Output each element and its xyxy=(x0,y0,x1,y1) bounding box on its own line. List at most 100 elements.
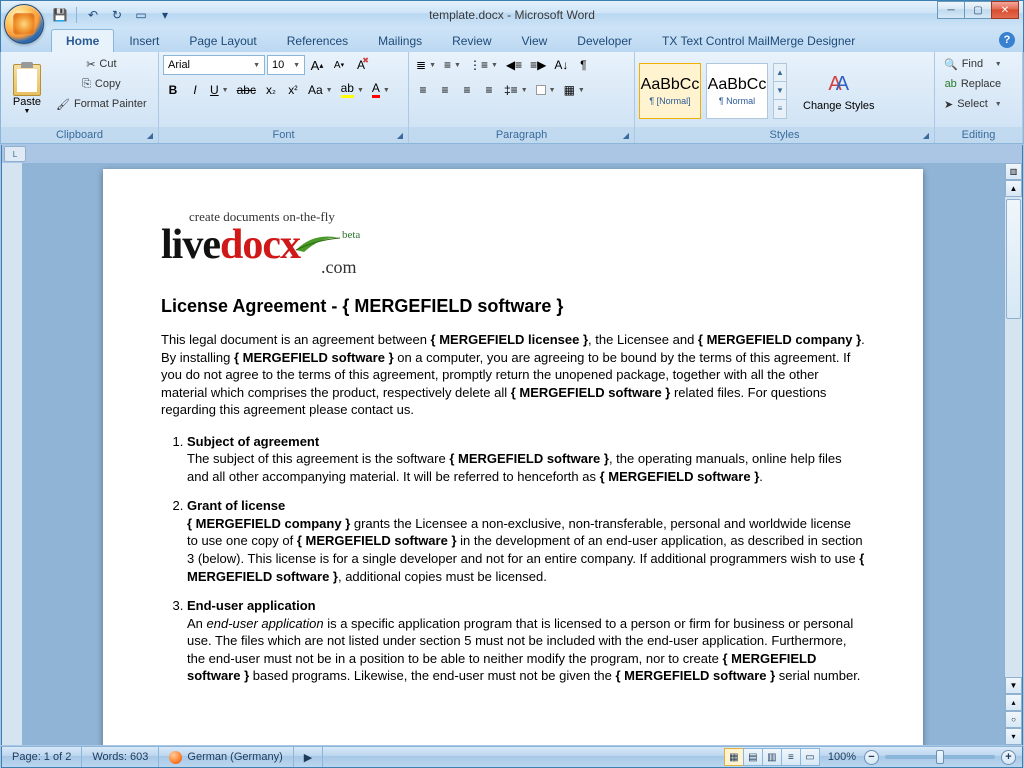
grow-font-button[interactable]: A▴ xyxy=(307,55,327,75)
close-button[interactable]: ✕ xyxy=(991,1,1019,19)
clear-formatting-button[interactable]: A✖ xyxy=(351,55,371,75)
status-page[interactable]: Page: 1 of 2 xyxy=(2,747,82,767)
group-editing: 🔍Find▼ abReplace ➤Select▼ Editing xyxy=(935,52,1023,143)
show-marks-button[interactable]: ¶ xyxy=(573,55,593,75)
qat-redo-button[interactable]: ↻ xyxy=(106,5,128,25)
status-bar: Page: 1 of 2 Words: 603 German (Germany)… xyxy=(1,746,1023,768)
align-center-button[interactable]: ≡ xyxy=(435,80,455,100)
highlight-button[interactable]: ab▼ xyxy=(338,80,367,100)
qat-customize-button[interactable]: ▾ xyxy=(154,5,176,25)
bullets-button[interactable]: ≣▼ xyxy=(413,55,439,75)
help-icon[interactable]: ? xyxy=(999,32,1015,48)
find-button[interactable]: 🔍Find▼ xyxy=(939,54,1007,74)
numbering-button[interactable]: ≡▼ xyxy=(441,55,464,75)
tab-review[interactable]: Review xyxy=(437,29,506,52)
shrink-font-button[interactable]: A▾ xyxy=(329,55,349,75)
zoom-out-button[interactable]: − xyxy=(864,750,879,765)
maximize-button[interactable]: ▢ xyxy=(964,1,992,19)
office-button[interactable] xyxy=(4,4,44,44)
bold-button[interactable]: B xyxy=(163,80,183,100)
ruler-toggle-top[interactable]: ▥ xyxy=(1005,163,1022,180)
zoom-level[interactable]: 100% xyxy=(828,751,856,763)
view-outline[interactable]: ≡ xyxy=(781,748,801,766)
view-web-layout[interactable]: ▥ xyxy=(762,748,782,766)
status-macro[interactable]: ▶ xyxy=(294,747,323,767)
document-page[interactable]: create documents on-the-fly livedocxbeta… xyxy=(103,169,923,745)
style-scroll-down[interactable]: ▼ xyxy=(774,82,786,100)
status-language[interactable]: German (Germany) xyxy=(159,747,293,767)
vertical-ruler[interactable] xyxy=(2,163,22,745)
subscript-button[interactable]: x₂ xyxy=(261,80,281,100)
justify-button[interactable]: ≡ xyxy=(479,80,499,100)
style-name: ¶ [Normal] xyxy=(649,96,690,106)
format-painter-button[interactable]: 🖌Format Painter xyxy=(51,94,152,114)
zoom-thumb[interactable] xyxy=(936,750,944,764)
sort-button[interactable]: A↓ xyxy=(551,55,571,75)
zoom-slider[interactable] xyxy=(885,755,995,759)
font-size-combo[interactable]: 10▼ xyxy=(267,55,305,75)
tab-page-layout[interactable]: Page Layout xyxy=(174,29,271,52)
styles-launcher[interactable]: ◢ xyxy=(920,129,932,141)
scroll-down-button[interactable]: ▼ xyxy=(1005,677,1022,694)
paragraph-launcher[interactable]: ◢ xyxy=(620,129,632,141)
tab-references[interactable]: References xyxy=(272,29,363,52)
document-body[interactable]: License Agreement - { MERGEFIELD softwar… xyxy=(161,296,865,685)
multilevel-button[interactable]: ⋮≡▼ xyxy=(466,55,501,75)
style-normal[interactable]: AaBbCc ¶ Normal xyxy=(706,63,768,119)
align-left-button[interactable]: ≡ xyxy=(413,80,433,100)
tab-mailings[interactable]: Mailings xyxy=(363,29,437,52)
scroll-thumb[interactable] xyxy=(1006,199,1021,319)
view-full-screen[interactable]: ▤ xyxy=(743,748,763,766)
view-draft[interactable]: ▭ xyxy=(800,748,820,766)
strikethrough-button[interactable]: abc xyxy=(234,80,259,100)
tab-view[interactable]: View xyxy=(507,29,563,52)
font-color-button[interactable]: A▼ xyxy=(369,80,393,100)
page-viewport[interactable]: create documents on-the-fly livedocxbeta… xyxy=(22,163,1004,745)
object-browse-down[interactable]: ▾ xyxy=(1005,728,1022,745)
align-right-button[interactable]: ≡ xyxy=(457,80,477,100)
superscript-button[interactable]: x² xyxy=(283,80,303,100)
object-browse-select[interactable]: ○ xyxy=(1005,711,1022,728)
tab-mailmerge-designer[interactable]: TX Text Control MailMerge Designer xyxy=(647,29,870,52)
qat-save-button[interactable]: 💾 xyxy=(49,5,71,25)
tab-insert[interactable]: Insert xyxy=(114,29,174,52)
qat-doc-button[interactable]: ▭ xyxy=(130,5,152,25)
select-button[interactable]: ➤Select▼ xyxy=(939,94,1007,114)
font-name-combo[interactable]: Arial▼ xyxy=(163,55,265,75)
scroll-track[interactable] xyxy=(1005,197,1022,677)
scissors-icon: ✂ xyxy=(86,58,95,71)
italic-button[interactable]: I xyxy=(185,80,205,100)
logo-docx: docx xyxy=(220,221,300,269)
shading-button[interactable]: ▼ xyxy=(533,80,559,100)
change-case-button[interactable]: Aa▼ xyxy=(305,80,336,100)
style-sample: AaBbCc xyxy=(708,76,767,94)
copy-button[interactable]: ⎘Copy xyxy=(51,74,152,94)
minimize-button[interactable]: ─ xyxy=(937,1,965,19)
font-launcher[interactable]: ◢ xyxy=(394,129,406,141)
object-browse-up[interactable]: ▴ xyxy=(1005,694,1022,711)
group-label-font: Font◢ xyxy=(159,127,408,143)
ruler-toggle-button[interactable]: L xyxy=(4,146,26,162)
style-scroll-up[interactable]: ▲ xyxy=(774,64,786,82)
tab-home[interactable]: Home xyxy=(51,29,114,52)
line-spacing-button[interactable]: ‡≡▼ xyxy=(501,80,531,100)
style-gallery-expand[interactable]: ≡ xyxy=(774,100,786,117)
zoom-in-button[interactable]: + xyxy=(1001,750,1016,765)
paste-button[interactable]: Paste ▼ xyxy=(5,54,49,124)
cut-button[interactable]: ✂Cut xyxy=(51,54,152,74)
clipboard-launcher[interactable]: ◢ xyxy=(144,129,156,141)
increase-indent-button[interactable]: ≡▶ xyxy=(527,55,549,75)
replace-button[interactable]: abReplace xyxy=(939,74,1007,94)
change-styles-button[interactable]: AA Change Styles xyxy=(797,56,881,126)
style-normal-selected[interactable]: AaBbCc ¶ [Normal] xyxy=(639,63,701,119)
tab-developer[interactable]: Developer xyxy=(562,29,647,52)
dropdown-icon: ▼ xyxy=(250,62,260,69)
view-print-layout[interactable]: ▦ xyxy=(724,748,744,766)
scroll-up-button[interactable]: ▲ xyxy=(1005,180,1022,197)
decrease-indent-button[interactable]: ◀≡ xyxy=(503,55,525,75)
underline-button[interactable]: U▼ xyxy=(207,80,232,100)
agreement-item: Grant of license{ MERGEFIELD company } g… xyxy=(187,497,865,585)
qat-undo-button[interactable]: ↶ xyxy=(82,5,104,25)
borders-button[interactable]: ▦▼ xyxy=(561,80,588,100)
status-words[interactable]: Words: 603 xyxy=(82,747,159,767)
